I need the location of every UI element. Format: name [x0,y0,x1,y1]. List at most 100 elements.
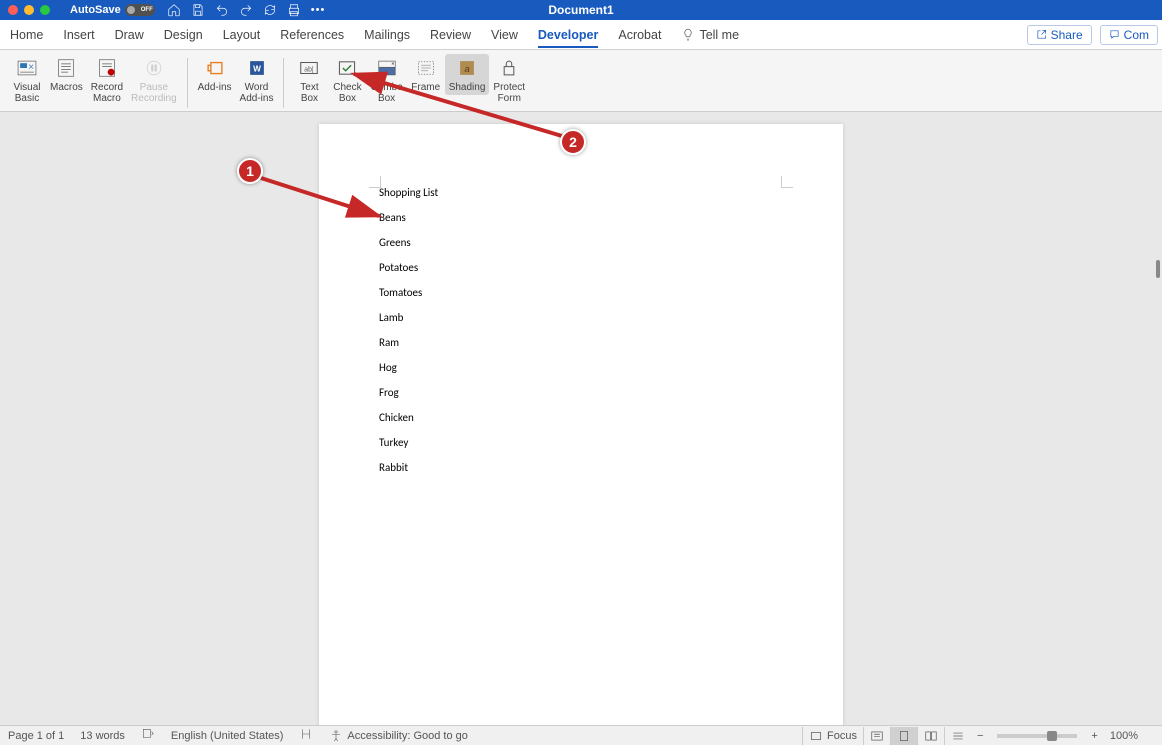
tab-view[interactable]: View [491,22,518,48]
word-addins-icon: W [243,56,271,80]
status-language[interactable]: English (United States) [171,730,284,742]
visual-basic-icon [13,56,41,80]
tab-design[interactable]: Design [164,22,203,48]
tab-review[interactable]: Review [430,22,471,48]
tab-acrobat[interactable]: Acrobat [618,22,661,48]
doc-line[interactable]: Tomatoes [379,280,438,305]
status-accessibility[interactable]: Accessibility: Good to go [329,729,467,743]
tab-draw[interactable]: Draw [115,22,144,48]
titlebar: AutoSave OFF ••• Document1 [0,0,1162,20]
check-box-icon [333,56,361,80]
doc-line[interactable]: Rabbit [379,455,438,480]
focus-mode-button[interactable]: Focus [802,727,863,745]
minimize-window-icon[interactable] [24,5,34,15]
document-canvas[interactable]: Shopping List Beans Greens Potatoes Toma… [0,112,1162,725]
tab-mailings[interactable]: Mailings [364,22,410,48]
tell-me-label: Tell me [699,28,739,42]
doc-line[interactable]: Beans [379,205,438,230]
vertical-scrollbar[interactable] [1158,112,1162,725]
close-window-icon[interactable] [8,5,18,15]
text-box-icon: ab| [295,56,323,80]
ribbon-tabs: Home Insert Draw Design Layout Reference… [0,20,1162,50]
record-macro-icon [93,56,121,80]
tell-me-search[interactable]: Tell me [681,22,739,48]
doc-line[interactable]: Frog [379,380,438,405]
visual-basic-button[interactable]: VisualBasic [8,54,46,106]
doc-title-line[interactable]: Shopping List [379,180,438,205]
status-bar: Page 1 of 1 13 words English (United Sta… [0,725,1162,745]
word-addins-label: WordAdd-ins [240,82,274,104]
visual-basic-label: VisualBasic [13,82,40,104]
doc-line[interactable]: Hog [379,355,438,380]
zoom-slider[interactable] [997,734,1077,738]
read-mode-button[interactable] [863,727,890,745]
zoom-out-button[interactable]: − [971,727,989,745]
zoom-percent[interactable]: 100% [1110,730,1138,742]
doc-line[interactable]: Greens [379,230,438,255]
addins-button[interactable]: Add-ins [194,54,236,95]
pause-recording-icon [140,56,168,80]
document-body[interactable]: Shopping List Beans Greens Potatoes Toma… [379,180,438,480]
doc-line[interactable]: Turkey [379,430,438,455]
text-box-button[interactable]: ab| TextBox [290,54,328,106]
tab-developer[interactable]: Developer [538,22,598,48]
undo-icon[interactable] [215,3,229,17]
accessibility-label: Accessibility: Good to go [347,730,467,742]
autosave-toggle[interactable]: AutoSave OFF [70,4,155,16]
status-words[interactable]: 13 words [80,730,125,742]
print-layout-button[interactable] [890,727,917,745]
comments-button[interactable]: Com [1100,25,1158,45]
shading-button[interactable]: a Shading [445,54,490,95]
macros-button[interactable]: Macros [46,54,87,95]
protect-form-label: ProtectForm [493,82,525,104]
save-icon[interactable] [191,3,205,17]
protect-form-icon [495,56,523,80]
tab-insert[interactable]: Insert [63,22,94,48]
check-box-label: CheckBox [333,82,361,104]
spellcheck-icon[interactable] [141,727,155,744]
zoom-in-button[interactable]: + [1085,727,1103,745]
tab-layout[interactable]: Layout [223,22,261,48]
comments-label: Com [1124,28,1149,42]
ribbon-developer: VisualBasic Macros RecordMacro PauseReco… [0,50,1162,112]
text-box-label: TextBox [300,82,318,104]
page-1[interactable]: Shopping List Beans Greens Potatoes Toma… [319,124,843,725]
annotation-callout-2: 2 [560,129,586,155]
home-icon[interactable] [167,3,181,17]
doc-line[interactable]: Chicken [379,405,438,430]
redo-icon[interactable] [239,3,253,17]
svg-text:a: a [464,64,470,75]
doc-line[interactable]: Ram [379,330,438,355]
doc-line[interactable]: Lamb [379,305,438,330]
addins-label: Add-ins [198,82,232,93]
sync-icon[interactable] [263,3,277,17]
fullscreen-window-icon[interactable] [40,5,50,15]
frame-button[interactable]: Frame [407,54,445,95]
share-button[interactable]: Share [1027,25,1092,45]
share-label: Share [1051,28,1083,42]
record-macro-button[interactable]: RecordMacro [87,54,127,106]
shading-icon: a [453,56,481,80]
share-icon [1036,29,1047,40]
autosave-state: OFF [141,7,153,13]
svg-text:ab|: ab| [305,66,315,73]
track-changes-icon[interactable] [299,727,313,744]
scrollbar-thumb[interactable] [1156,260,1160,278]
margin-corner-tr [781,176,793,188]
tab-references[interactable]: References [280,22,344,48]
more-actions-icon[interactable]: ••• [311,4,326,16]
combo-box-button[interactable]: ComboBox [366,54,406,106]
doc-line[interactable]: Potatoes [379,255,438,280]
status-page[interactable]: Page 1 of 1 [8,730,64,742]
web-layout-button[interactable] [917,727,944,745]
window-traffic-lights [0,5,50,15]
lightbulb-icon [681,28,695,42]
check-box-button[interactable]: CheckBox [328,54,366,106]
print-icon[interactable] [287,3,301,17]
focus-label: Focus [827,730,857,742]
word-addins-button[interactable]: W WordAdd-ins [236,54,278,106]
outline-view-button[interactable] [944,727,971,745]
tab-home[interactable]: Home [10,22,43,48]
protect-form-button[interactable]: ProtectForm [489,54,529,106]
macros-icon [52,56,80,80]
